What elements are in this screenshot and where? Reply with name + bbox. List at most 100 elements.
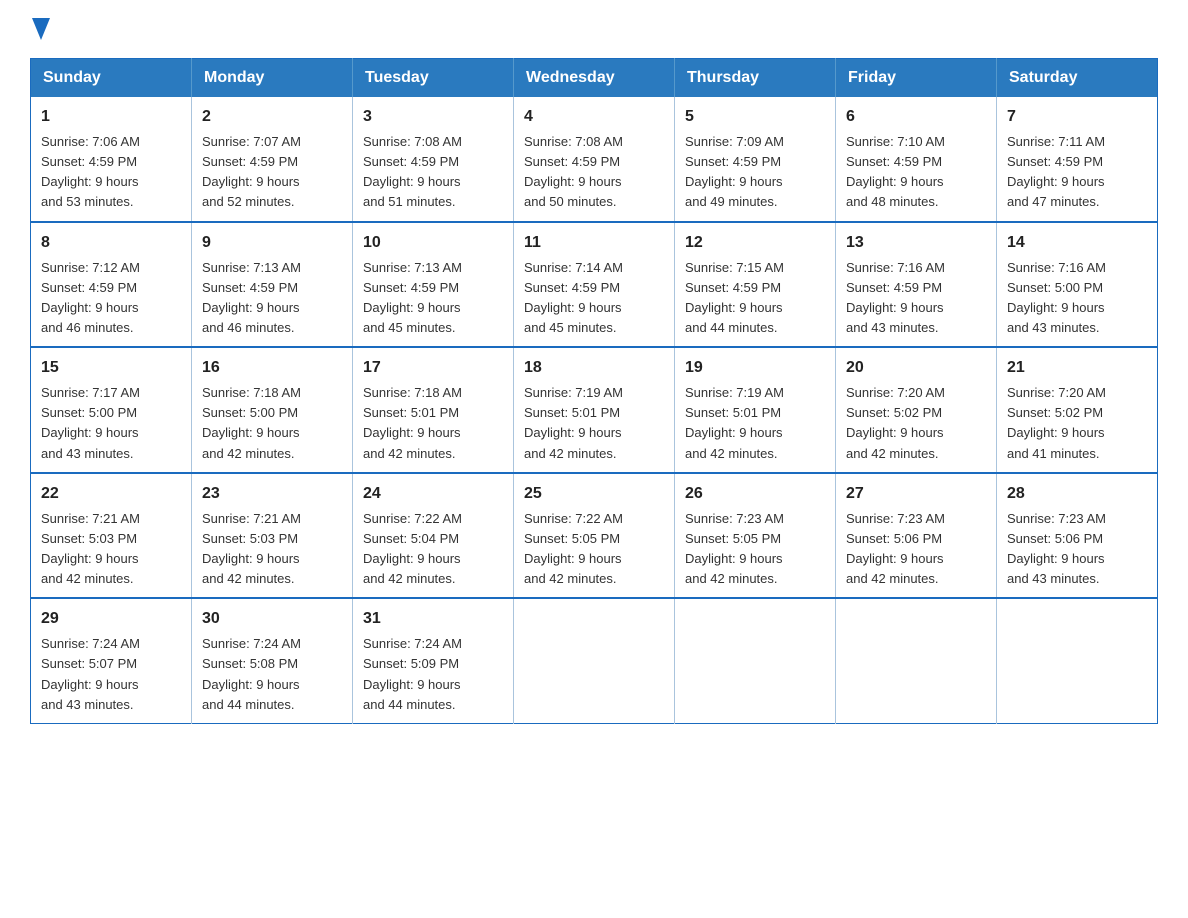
day-info: Sunrise: 7:07 AMSunset: 4:59 PMDaylight:… [202, 134, 301, 209]
day-number: 31 [363, 607, 503, 631]
calendar-cell: 30Sunrise: 7:24 AMSunset: 5:08 PMDayligh… [192, 598, 353, 723]
day-number: 6 [846, 105, 986, 129]
calendar-cell: 25 Sunrise: 7:22 AMSunset: 5:05 PMDayligh… [514, 473, 675, 599]
day-number: 7 [1007, 105, 1147, 129]
day-info: Sunrise: 7:23 AMSunset: 5:05 PMDaylight:… [685, 511, 784, 586]
day-info: Sunrise: 7:24 AMSunset: 5:07 PMDaylight:… [41, 636, 140, 711]
calendar-header: SundayMondayTuesdayWednesdayThursdayFrid… [31, 59, 1158, 98]
calendar-cell: 15 Sunrise: 7:17 AMSunset: 5:00 PMDayligh… [31, 347, 192, 473]
day-number: 11 [524, 231, 664, 255]
calendar-cell: 4Sunrise: 7:08 AMSunset: 4:59 PMDaylight… [514, 97, 675, 222]
day-number: 19 [685, 356, 825, 380]
day-number: 24 [363, 482, 503, 506]
day-info: Sunrise: 7:12 AMSunset: 4:59 PMDaylight:… [41, 260, 140, 335]
calendar-week-row: 29 Sunrise: 7:24 AMSunset: 5:07 PMDayligh… [31, 598, 1158, 723]
calendar-week-row: 22 Sunrise: 7:21 AMSunset: 5:03 PMDayligh… [31, 473, 1158, 599]
day-info: Sunrise: 7:16 AMSunset: 4:59 PMDaylight:… [846, 260, 945, 335]
calendar-cell: 23 Sunrise: 7:21 AMSunset: 5:03 PMDayligh… [192, 473, 353, 599]
calendar-cell: 29 Sunrise: 7:24 AMSunset: 5:07 PMDayligh… [31, 598, 192, 723]
calendar-cell: 9Sunrise: 7:13 AMSunset: 4:59 PMDaylight… [192, 222, 353, 348]
calendar-cell: 1 Sunrise: 7:06 AMSunset: 4:59 PMDaylight… [31, 97, 192, 222]
day-info: Sunrise: 7:16 AMSunset: 5:00 PMDaylight:… [1007, 260, 1106, 335]
calendar-cell: 14 Sunrise: 7:16 AMSunset: 5:00 PMDayligh… [997, 222, 1158, 348]
day-info: Sunrise: 7:14 AMSunset: 4:59 PMDaylight:… [524, 260, 623, 335]
calendar-cell: 21Sunrise: 7:20 AMSunset: 5:02 PMDayligh… [997, 347, 1158, 473]
day-number: 18 [524, 356, 664, 380]
day-number: 8 [41, 231, 181, 255]
day-number: 2 [202, 105, 342, 129]
calendar-table: SundayMondayTuesdayWednesdayThursdayFrid… [30, 58, 1158, 724]
calendar-cell: 6Sunrise: 7:10 AMSunset: 4:59 PMDaylight… [836, 97, 997, 222]
header-cell-wednesday: Wednesday [514, 59, 675, 98]
calendar-cell: 3Sunrise: 7:08 AMSunset: 4:59 PMDaylight… [353, 97, 514, 222]
logo [30, 20, 50, 40]
day-number: 27 [846, 482, 986, 506]
day-number: 16 [202, 356, 342, 380]
calendar-cell: 8 Sunrise: 7:12 AMSunset: 4:59 PMDaylight… [31, 222, 192, 348]
day-number: 15 [41, 356, 181, 380]
day-info: Sunrise: 7:18 AMSunset: 5:00 PMDaylight:… [202, 385, 301, 460]
day-number: 25 [524, 482, 664, 506]
calendar-cell: 24 Sunrise: 7:22 AMSunset: 5:04 PMDayligh… [353, 473, 514, 599]
header-cell-monday: Monday [192, 59, 353, 98]
header-cell-thursday: Thursday [675, 59, 836, 98]
calendar-cell: 17 Sunrise: 7:18 AMSunset: 5:01 PMDayligh… [353, 347, 514, 473]
day-info: Sunrise: 7:11 AMSunset: 4:59 PMDaylight:… [1007, 134, 1105, 209]
day-info: Sunrise: 7:19 AMSunset: 5:01 PMDaylight:… [685, 385, 784, 460]
day-info: Sunrise: 7:20 AMSunset: 5:02 PMDaylight:… [1007, 385, 1106, 460]
logo-triangle-icon [32, 18, 50, 40]
day-info: Sunrise: 7:15 AMSunset: 4:59 PMDaylight:… [685, 260, 784, 335]
day-info: Sunrise: 7:09 AMSunset: 4:59 PMDaylight:… [685, 134, 784, 209]
calendar-cell: 11 Sunrise: 7:14 AMSunset: 4:59 PMDayligh… [514, 222, 675, 348]
day-info: Sunrise: 7:21 AMSunset: 5:03 PMDaylight:… [202, 511, 301, 586]
day-number: 5 [685, 105, 825, 129]
day-number: 10 [363, 231, 503, 255]
header-cell-tuesday: Tuesday [353, 59, 514, 98]
day-info: Sunrise: 7:22 AMSunset: 5:04 PMDaylight:… [363, 511, 462, 586]
day-number: 14 [1007, 231, 1147, 255]
day-info: Sunrise: 7:18 AMSunset: 5:01 PMDaylight:… [363, 385, 462, 460]
day-info: Sunrise: 7:06 AMSunset: 4:59 PMDaylight:… [41, 134, 140, 209]
day-number: 23 [202, 482, 342, 506]
day-info: Sunrise: 7:24 AMSunset: 5:09 PMDaylight:… [363, 636, 462, 711]
calendar-cell: 10 Sunrise: 7:13 AMSunset: 4:59 PMDayligh… [353, 222, 514, 348]
calendar-cell [675, 598, 836, 723]
day-info: Sunrise: 7:23 AMSunset: 5:06 PMDaylight:… [846, 511, 945, 586]
calendar-cell: 7 Sunrise: 7:11 AMSunset: 4:59 PMDaylight… [997, 97, 1158, 222]
day-number: 30 [202, 607, 342, 631]
calendar-cell: 19 Sunrise: 7:19 AMSunset: 5:01 PMDayligh… [675, 347, 836, 473]
calendar-cell: 12 Sunrise: 7:15 AMSunset: 4:59 PMDayligh… [675, 222, 836, 348]
calendar-cell: 16 Sunrise: 7:18 AMSunset: 5:00 PMDayligh… [192, 347, 353, 473]
calendar-cell [997, 598, 1158, 723]
day-number: 9 [202, 231, 342, 255]
day-info: Sunrise: 7:21 AMSunset: 5:03 PMDaylight:… [41, 511, 140, 586]
calendar-cell: 27 Sunrise: 7:23 AMSunset: 5:06 PMDayligh… [836, 473, 997, 599]
day-info: Sunrise: 7:17 AMSunset: 5:00 PMDaylight:… [41, 385, 140, 460]
calendar-cell: 26 Sunrise: 7:23 AMSunset: 5:05 PMDayligh… [675, 473, 836, 599]
calendar-cell: 20Sunrise: 7:20 AMSunset: 5:02 PMDayligh… [836, 347, 997, 473]
day-number: 22 [41, 482, 181, 506]
calendar-cell: 31 Sunrise: 7:24 AMSunset: 5:09 PMDayligh… [353, 598, 514, 723]
day-number: 26 [685, 482, 825, 506]
header-cell-sunday: Sunday [31, 59, 192, 98]
day-info: Sunrise: 7:23 AMSunset: 5:06 PMDaylight:… [1007, 511, 1106, 586]
day-number: 4 [524, 105, 664, 129]
calendar-cell: 2 Sunrise: 7:07 AMSunset: 4:59 PMDaylight… [192, 97, 353, 222]
calendar-cell: 13Sunrise: 7:16 AMSunset: 4:59 PMDayligh… [836, 222, 997, 348]
calendar-cell: 18Sunrise: 7:19 AMSunset: 5:01 PMDayligh… [514, 347, 675, 473]
day-info: Sunrise: 7:13 AMSunset: 4:59 PMDaylight:… [363, 260, 462, 335]
calendar-cell: 28Sunrise: 7:23 AMSunset: 5:06 PMDayligh… [997, 473, 1158, 599]
day-number: 12 [685, 231, 825, 255]
day-number: 3 [363, 105, 503, 129]
page-header [30, 20, 1158, 40]
calendar-body: 1 Sunrise: 7:06 AMSunset: 4:59 PMDaylight… [31, 97, 1158, 723]
day-info: Sunrise: 7:22 AMSunset: 5:05 PMDaylight:… [524, 511, 623, 586]
header-cell-friday: Friday [836, 59, 997, 98]
calendar-cell: 22 Sunrise: 7:21 AMSunset: 5:03 PMDayligh… [31, 473, 192, 599]
day-number: 20 [846, 356, 986, 380]
day-number: 17 [363, 356, 503, 380]
day-number: 29 [41, 607, 181, 631]
calendar-cell [836, 598, 997, 723]
header-cell-saturday: Saturday [997, 59, 1158, 98]
day-number: 1 [41, 105, 181, 129]
